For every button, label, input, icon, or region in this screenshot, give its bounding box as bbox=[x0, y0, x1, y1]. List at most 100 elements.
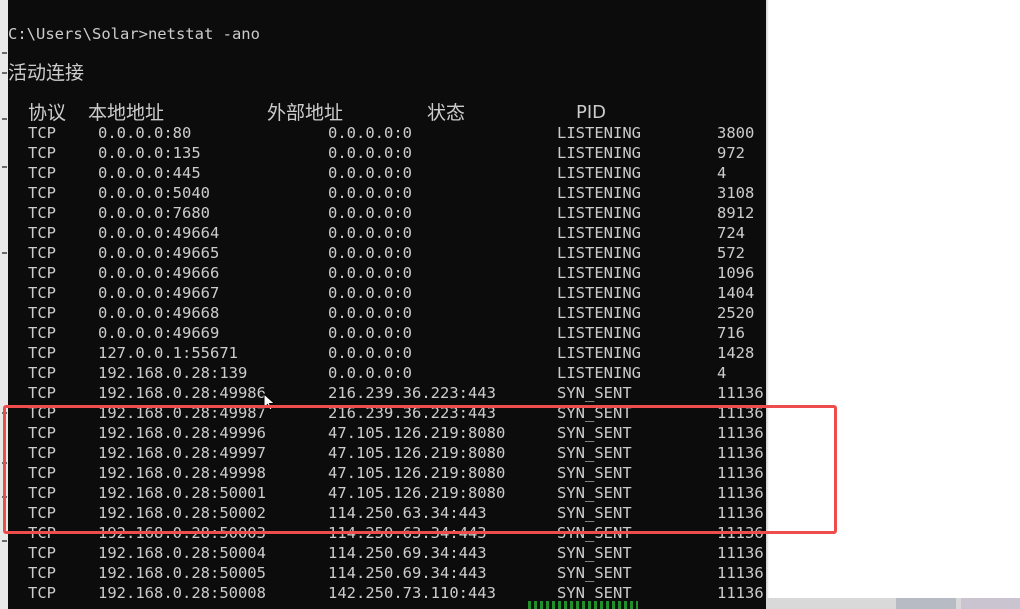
row-local-address: 0.0.0.0:49664 bbox=[98, 224, 220, 242]
row-pid: 11136 bbox=[717, 504, 764, 522]
taskbar-peek bbox=[766, 598, 1020, 609]
row-local-address: 192.168.0.28:50004 bbox=[98, 544, 266, 562]
table-row: TCP 0.0.0.0:445 0.0.0.0:0 LISTENING 4 bbox=[8, 163, 766, 183]
row-state: SYN_SENT bbox=[557, 404, 632, 422]
table-row: TCP 192.168.0.28:50002 114.250.63.34:443 SY… bbox=[8, 503, 766, 523]
row-pid: 724 bbox=[717, 224, 745, 242]
row-state: SYN_SENT bbox=[557, 524, 632, 542]
row-pid: 11136 bbox=[717, 484, 764, 502]
row-state: LISTENING bbox=[557, 244, 641, 262]
screen: C:\Users\Solar>netstat -ano 活动连接 协议 本地地址… bbox=[0, 0, 1020, 609]
background-window-mark bbox=[2, 118, 7, 120]
row-state: LISTENING bbox=[557, 304, 641, 322]
connection-list: TCP 0.0.0.0:80 0.0.0.0:0 LISTENING 3800 TCP 0.… bbox=[8, 123, 766, 603]
background-window-mark bbox=[2, 462, 7, 464]
background-window-graph bbox=[528, 601, 638, 609]
row-proto: TCP bbox=[28, 224, 56, 242]
window-edge-shadow bbox=[766, 0, 769, 609]
row-local-address: 192.168.0.28:50003 bbox=[98, 524, 266, 542]
mouse-pointer-icon bbox=[263, 393, 276, 411]
row-proto: TCP bbox=[28, 564, 56, 582]
row-proto: TCP bbox=[28, 264, 56, 282]
command-prompt-window[interactable]: C:\Users\Solar>netstat -ano 活动连接 协议 本地地址… bbox=[8, 0, 766, 609]
row-pid: 11136 bbox=[717, 424, 764, 442]
table-row: TCP 0.0.0.0:49669 0.0.0.0:0 LISTENING 716 bbox=[8, 323, 766, 343]
row-local-address: 127.0.0.1:55671 bbox=[98, 344, 238, 362]
row-local-address: 0.0.0.0:49667 bbox=[98, 284, 220, 302]
command-line[interactable]: C:\Users\Solar>netstat -ano bbox=[8, 24, 260, 44]
row-remote-address: 0.0.0.0:0 bbox=[328, 344, 412, 362]
row-remote-address: 216.239.36.223:443 bbox=[328, 384, 496, 402]
row-local-address: 192.168.0.28:50008 bbox=[98, 584, 266, 602]
row-remote-address: 0.0.0.0:0 bbox=[328, 304, 412, 322]
row-remote-address: 0.0.0.0:0 bbox=[328, 264, 412, 282]
row-local-address: 0.0.0.0:49668 bbox=[98, 304, 220, 322]
table-row: TCP 0.0.0.0:49667 0.0.0.0:0 LISTENING 1404 bbox=[8, 283, 766, 303]
row-proto: TCP bbox=[28, 484, 56, 502]
table-row: TCP 127.0.0.1:55671 0.0.0.0:0 LISTENING 1428 bbox=[8, 343, 766, 363]
row-proto: TCP bbox=[28, 544, 56, 562]
background-window-mark bbox=[2, 496, 7, 498]
row-proto: TCP bbox=[28, 344, 56, 362]
header-proto: 协议 bbox=[28, 102, 67, 124]
row-pid: 972 bbox=[717, 144, 745, 162]
background-window-mark bbox=[2, 252, 7, 254]
background-window-mark bbox=[2, 52, 7, 54]
table-row: TCP 192.168.0.28:50001 47.105.126.219:8080… bbox=[8, 483, 766, 503]
row-local-address: 0.0.0.0:49665 bbox=[98, 244, 220, 262]
table-row: TCP 192.168.0.28:49987 216.239.36.223:443 S… bbox=[8, 403, 766, 423]
row-pid: 572 bbox=[717, 244, 745, 262]
row-state: SYN_SENT bbox=[557, 424, 632, 442]
row-pid: 11136 bbox=[717, 564, 764, 582]
row-pid: 4 bbox=[717, 164, 727, 182]
table-row: TCP 0.0.0.0:80 0.0.0.0:0 LISTENING 3800 bbox=[8, 123, 766, 143]
background-window-mark bbox=[2, 412, 7, 414]
row-proto: TCP bbox=[28, 244, 56, 262]
header-pid: PID bbox=[576, 102, 607, 123]
row-proto: TCP bbox=[28, 424, 56, 442]
row-pid: 11136 bbox=[717, 444, 764, 462]
row-local-address: 0.0.0.0:135 bbox=[98, 144, 201, 162]
row-proto: TCP bbox=[28, 184, 56, 202]
row-state: LISTENING bbox=[557, 284, 641, 302]
table-row: TCP 0.0.0.0:49665 0.0.0.0:0 LISTENING 572 bbox=[8, 243, 766, 263]
row-proto: TCP bbox=[28, 384, 56, 402]
row-proto: TCP bbox=[28, 504, 56, 522]
section-title: 活动连接 bbox=[8, 62, 85, 84]
row-state: SYN_SENT bbox=[557, 504, 632, 522]
row-state: LISTENING bbox=[557, 364, 641, 382]
row-local-address: 192.168.0.28:49987 bbox=[98, 404, 266, 422]
row-proto: TCP bbox=[28, 304, 56, 322]
taskbar-thumbnail bbox=[961, 598, 1020, 609]
row-remote-address: 47.105.126.219:8080 bbox=[328, 484, 506, 502]
table-row: TCP 0.0.0.0:49666 0.0.0.0:0 LISTENING 1096 bbox=[8, 263, 766, 283]
row-local-address: 192.168.0.28:139 bbox=[98, 364, 248, 382]
row-local-address: 0.0.0.0:445 bbox=[98, 164, 201, 182]
taskbar-thumbnail bbox=[896, 598, 956, 609]
background-window-mark bbox=[2, 166, 7, 168]
row-pid: 11136 bbox=[717, 584, 764, 602]
row-proto: TCP bbox=[28, 284, 56, 302]
row-remote-address: 114.250.69.34:443 bbox=[328, 544, 487, 562]
row-proto: TCP bbox=[28, 524, 56, 542]
table-row: TCP 0.0.0.0:49664 0.0.0.0:0 LISTENING 724 bbox=[8, 223, 766, 243]
background-window-mark bbox=[2, 72, 7, 74]
row-proto: TCP bbox=[28, 144, 56, 162]
row-remote-address: 142.250.73.110:443 bbox=[328, 584, 496, 602]
table-row: TCP 0.0.0.0:5040 0.0.0.0:0 LISTENING 3108 bbox=[8, 183, 766, 203]
table-header: 协议 本地地址 外部地址 状态 PID bbox=[8, 102, 766, 124]
row-proto: TCP bbox=[28, 364, 56, 382]
row-pid: 4 bbox=[717, 364, 727, 382]
row-remote-address: 0.0.0.0:0 bbox=[328, 204, 412, 222]
row-local-address: 192.168.0.28:49998 bbox=[98, 464, 266, 482]
table-row: TCP 192.168.0.28:50003 114.250.63.34:443 SY… bbox=[8, 523, 766, 543]
row-local-address: 0.0.0.0:5040 bbox=[98, 184, 210, 202]
row-state: SYN_SENT bbox=[557, 584, 632, 602]
row-remote-address: 0.0.0.0:0 bbox=[328, 124, 412, 142]
row-remote-address: 47.105.126.219:8080 bbox=[328, 444, 506, 462]
row-local-address: 0.0.0.0:7680 bbox=[98, 204, 210, 222]
row-pid: 1428 bbox=[717, 344, 755, 362]
row-remote-address: 47.105.126.219:8080 bbox=[328, 424, 506, 442]
row-proto: TCP bbox=[28, 204, 56, 222]
row-state: SYN_SENT bbox=[557, 464, 632, 482]
